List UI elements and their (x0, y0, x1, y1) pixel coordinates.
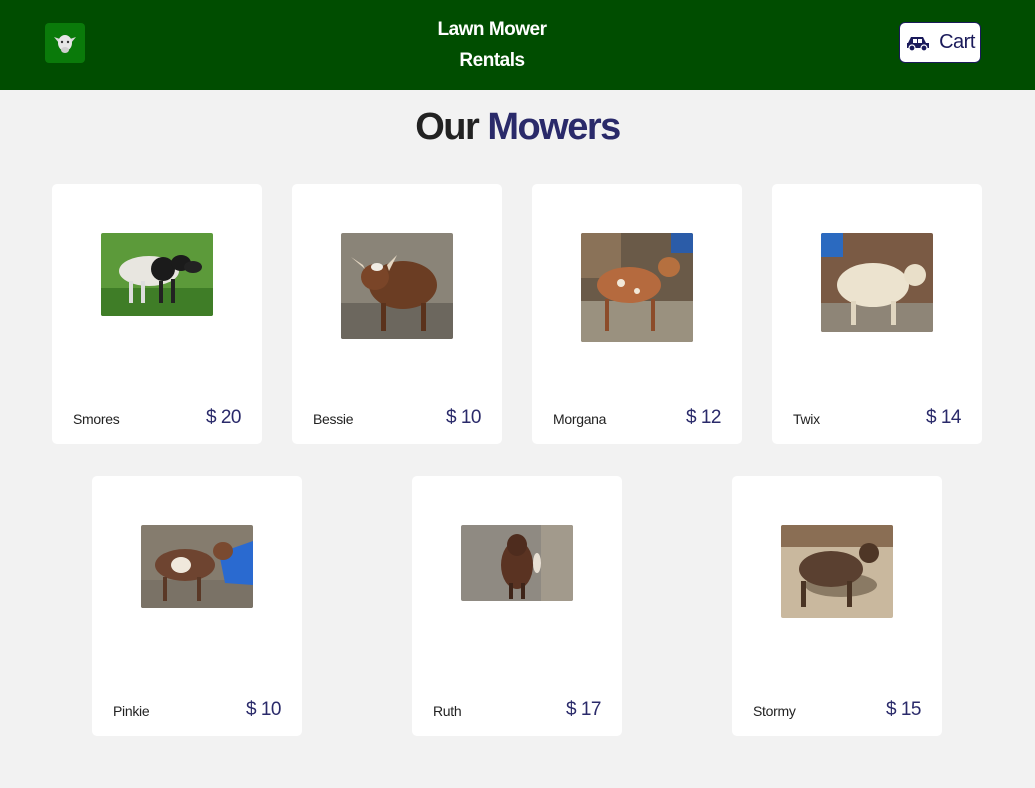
cart-button[interactable]: Cart (899, 22, 981, 63)
product-price: $ 12 (686, 407, 721, 428)
brand-line-2: Rentals (459, 50, 525, 71)
brand-line-1: Lawn Mower (437, 19, 547, 40)
page-title-part-2: Mowers (487, 106, 621, 148)
product-price: $ 20 (206, 407, 241, 428)
page-title-part-1: Our (415, 106, 480, 148)
product-price: $ 17 (566, 699, 601, 720)
product-name: Stormy (753, 703, 796, 719)
goat-photo[interactable] (341, 233, 453, 339)
goat-photo[interactable] (781, 525, 893, 618)
top-header: Lawn Mower Rentals Cart (0, 0, 1035, 90)
product-price: $ 10 (446, 407, 481, 428)
product-price: $ 15 (886, 699, 921, 720)
product-card[interactable]: Ruth $ 17 (412, 476, 622, 736)
product-name: Ruth (433, 703, 462, 719)
page-title: Our Mowers (0, 106, 1035, 149)
cart-label: Cart (939, 31, 975, 53)
product-name: Bessie (313, 411, 354, 427)
product-price: $ 14 (926, 407, 961, 428)
product-card[interactable]: Pinkie $ 10 (92, 476, 302, 736)
product-price: $ 10 (246, 699, 281, 720)
product-card[interactable]: Twix $ 14 (772, 184, 982, 444)
goat-photo[interactable] (581, 233, 693, 342)
goat-photo[interactable] (461, 525, 573, 601)
goat-photo[interactable] (141, 525, 253, 608)
product-name: Pinkie (113, 703, 150, 719)
car-icon (907, 36, 930, 52)
goat-photo[interactable] (101, 233, 213, 316)
product-card[interactable]: Smores $ 20 (52, 184, 262, 444)
product-card[interactable]: Bessie $ 10 (292, 184, 502, 444)
product-name: Twix (793, 411, 820, 427)
goat-photo[interactable] (821, 233, 933, 332)
brand-title[interactable]: Lawn Mower Rentals (392, 14, 592, 76)
product-card[interactable]: Stormy $ 15 (732, 476, 942, 736)
product-name: Morgana (553, 411, 607, 427)
goat-logo-icon[interactable] (45, 23, 85, 63)
product-card[interactable]: Morgana $ 12 (532, 184, 742, 444)
product-name: Smores (73, 411, 120, 427)
